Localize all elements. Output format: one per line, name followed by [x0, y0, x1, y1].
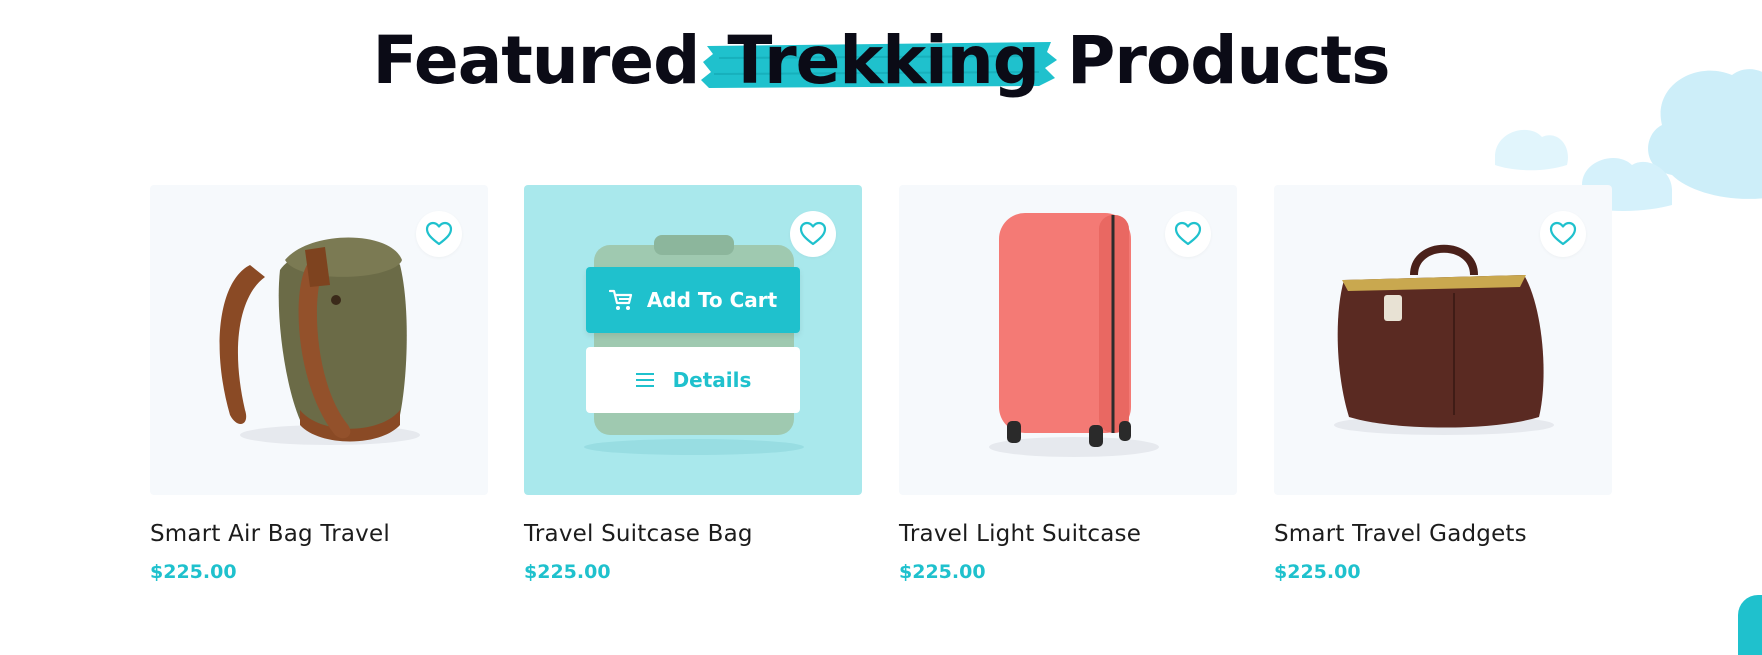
favorite-button[interactable] [1165, 211, 1211, 257]
product-card[interactable]: Smart Air Bag Travel $225.00 [150, 185, 488, 583]
heart-icon [425, 221, 453, 246]
product-image-area[interactable] [1274, 185, 1612, 495]
menu-lines-icon [635, 373, 654, 387]
product-title[interactable]: Travel Light Suitcase [899, 521, 1237, 547]
heart-icon [1549, 221, 1577, 246]
heart-icon [799, 221, 827, 246]
product-card[interactable]: Travel Light Suitcase $225.00 [899, 185, 1237, 583]
product-price: $225.00 [150, 561, 237, 583]
heart-icon [1174, 221, 1202, 246]
favorite-button[interactable] [790, 211, 836, 257]
product-title[interactable]: Smart Travel Gadgets [1274, 521, 1612, 547]
details-label: Details [672, 368, 752, 392]
heading-text-after: Products [1067, 22, 1390, 99]
product-price: $225.00 [899, 561, 986, 583]
product-title[interactable]: Smart Air Bag Travel [150, 521, 488, 547]
add-to-cart-label: Add To Cart [646, 288, 778, 312]
product-image-area[interactable]: Add To Cart Details [524, 185, 862, 495]
product-title[interactable]: Travel Suitcase Bag [524, 521, 862, 547]
add-to-cart-button[interactable]: Add To Cart [586, 267, 800, 333]
product-card[interactable]: Add To Cart Details Travel Suitcase Bag … [524, 185, 862, 583]
scroll-to-top-button[interactable] [1738, 595, 1762, 655]
details-button[interactable]: Details [586, 347, 800, 413]
heading-text-before: Featured [372, 22, 701, 99]
product-image-area[interactable] [899, 185, 1237, 495]
product-price: $225.00 [524, 561, 611, 583]
section-heading: Featured Trekking Products [0, 28, 1762, 94]
product-card[interactable]: Smart Travel Gadgets $225.00 [1274, 185, 1612, 583]
favorite-button[interactable] [416, 211, 462, 257]
featured-products-section: Featured Trekking Products Smart Air Bag… [0, 0, 1762, 655]
heading-highlight: Trekking [701, 28, 1058, 94]
cart-icon [608, 289, 632, 310]
product-image-area[interactable] [150, 185, 488, 495]
product-price: $225.00 [1274, 561, 1361, 583]
favorite-button[interactable] [1540, 211, 1586, 257]
